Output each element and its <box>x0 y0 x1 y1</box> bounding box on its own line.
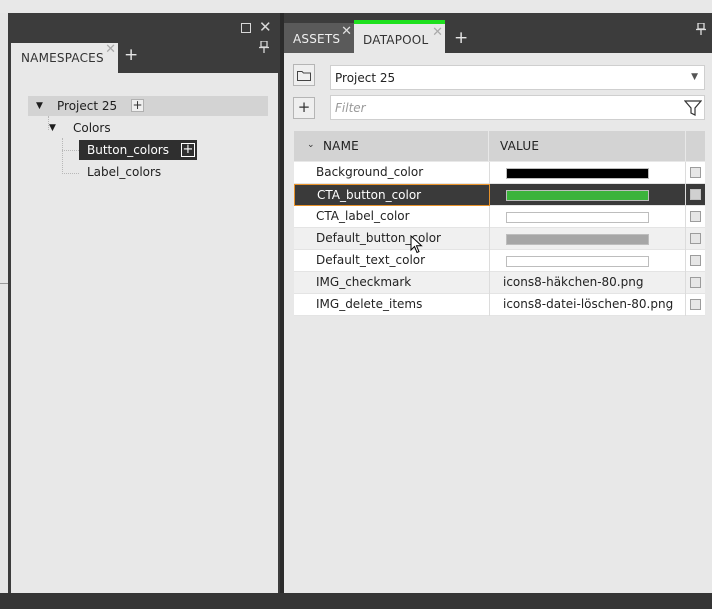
tree-connector <box>62 138 63 174</box>
row-checkbox[interactable] <box>690 211 701 222</box>
tab-label: ASSETS <box>293 32 341 46</box>
folder-icon <box>297 71 311 81</box>
close-tab-icon[interactable]: ✕ <box>105 42 116 57</box>
tree-item-button-colors[interactable]: Button_colors + <box>79 140 197 160</box>
row-checkbox[interactable] <box>690 233 701 244</box>
close-icon[interactable]: ✕ <box>259 20 272 35</box>
tree-connector <box>62 150 79 151</box>
cell-value[interactable] <box>490 206 686 228</box>
cell-name[interactable]: IMG_delete_items <box>294 294 490 316</box>
tab-assets[interactable]: ASSETS ✕ <box>284 23 354 53</box>
namespace-tree: ▼ Project 25 + ▼ Colors Button_colors + … <box>11 73 278 593</box>
project-select[interactable]: Project 25 ▼ <box>330 65 705 90</box>
column-header-label: VALUE <box>500 139 540 153</box>
cell-value[interactable] <box>490 162 686 184</box>
tab-label: DATAPOOL <box>363 33 429 47</box>
cell-name[interactable]: CTA_button_color <box>294 184 490 206</box>
table-row[interactable]: IMG_delete_items icons8-datei-löschen-80.… <box>294 294 705 316</box>
add-tab-button[interactable]: + <box>124 47 138 64</box>
tree-item-label-colors[interactable]: Label_colors <box>79 162 189 182</box>
add-namespace-button[interactable]: + <box>131 99 144 112</box>
cell-value[interactable] <box>490 228 686 250</box>
datapool-panel: ASSETS ✕ DATAPOOL ✕ + Project 25 ▼ + ⌄ N… <box>284 13 712 593</box>
row-checkbox[interactable] <box>690 167 701 178</box>
expand-arrow-icon[interactable]: ▼ <box>36 96 43 116</box>
pin-icon[interactable] <box>258 40 270 53</box>
table-row[interactable]: CTA_button_color <box>294 184 705 206</box>
tree-connector <box>62 173 79 174</box>
column-header-value[interactable]: VALUE <box>490 131 686 161</box>
entry-value: icons8-datei-löschen-80.png <box>503 297 674 311</box>
entry-name: IMG_checkmark <box>316 275 412 289</box>
cell-name[interactable]: Default_button_color <box>294 228 490 250</box>
column-header-label: NAME <box>323 139 359 153</box>
status-bar-area <box>0 593 712 609</box>
tree-item-label: Project 25 <box>57 99 118 113</box>
tree-item-label: Button_colors <box>87 143 169 157</box>
color-swatch[interactable] <box>506 212 649 223</box>
maximize-icon[interactable] <box>240 22 252 34</box>
cell-value[interactable]: icons8-datei-löschen-80.png <box>490 294 686 316</box>
tree-item-label: Colors <box>73 121 111 135</box>
sort-chevron-icon[interactable]: ⌄ <box>307 140 315 150</box>
color-swatch[interactable] <box>506 190 649 201</box>
color-swatch[interactable] <box>506 256 649 267</box>
background-area <box>0 0 280 13</box>
cell-name[interactable]: IMG_checkmark <box>294 272 490 294</box>
row-checkbox[interactable] <box>690 255 701 266</box>
table-row[interactable]: CTA_label_color <box>294 206 705 228</box>
column-header-name[interactable]: ⌄ NAME <box>294 131 489 161</box>
row-checkbox[interactable] <box>690 277 701 288</box>
tab-namespaces[interactable]: NAMESPACES ✕ <box>11 42 118 73</box>
tree-item-project[interactable]: ▼ Project 25 + <box>28 96 268 116</box>
cell-value[interactable] <box>490 250 686 272</box>
tab-datapool[interactable]: DATAPOOL ✕ <box>354 20 445 53</box>
row-checkbox[interactable] <box>690 299 701 310</box>
chevron-down-icon: ▼ <box>691 72 698 82</box>
cell-value[interactable] <box>490 184 686 206</box>
entry-name: CTA_label_color <box>316 209 410 223</box>
background-area <box>280 0 712 13</box>
color-swatch[interactable] <box>506 168 649 179</box>
table-row[interactable]: Default_text_color <box>294 250 705 272</box>
mouse-cursor-icon <box>410 235 423 254</box>
table-row[interactable]: Background_color <box>294 162 705 184</box>
entry-name: Default_text_color <box>316 253 426 267</box>
background-strip <box>0 13 8 593</box>
add-tab-button[interactable]: + <box>454 30 468 47</box>
tree-item-label: Label_colors <box>87 165 162 179</box>
namespaces-panel: ✕ NAMESPACES ✕ + ▼ Project 25 + ▼ Colors… <box>8 13 280 593</box>
entry-name: IMG_delete_items <box>316 297 423 311</box>
cell-name[interactable]: Default_text_color <box>294 250 490 272</box>
color-swatch[interactable] <box>506 234 649 245</box>
table-header: ⌄ NAME VALUE <box>294 131 705 161</box>
expand-arrow-icon[interactable]: ▼ <box>49 118 56 138</box>
close-tab-icon[interactable]: ✕ <box>432 25 443 40</box>
row-checkbox[interactable] <box>690 189 701 200</box>
tree-item-colors[interactable]: ▼ Colors <box>41 118 161 138</box>
datapool-body: Project 25 ▼ + ⌄ NAME VALUE Background_c… <box>284 53 712 593</box>
filter-input[interactable] <box>330 95 705 120</box>
cell-name[interactable]: CTA_label_color <box>294 206 490 228</box>
cell-value[interactable]: icons8-häkchen-80.png <box>490 272 686 294</box>
close-tab-icon[interactable]: ✕ <box>341 24 352 39</box>
entry-name: Background_color <box>316 165 424 179</box>
cell-name[interactable]: Background_color <box>294 162 490 184</box>
entry-name: CTA_button_color <box>317 188 422 202</box>
add-namespace-button[interactable]: + <box>181 143 195 157</box>
filter-icon[interactable] <box>684 99 702 117</box>
add-entry-button[interactable]: + <box>293 97 315 119</box>
table-row[interactable]: IMG_checkmark icons8-häkchen-80.png <box>294 272 705 294</box>
tab-label: NAMESPACES <box>21 51 104 65</box>
pin-icon[interactable] <box>696 22 706 38</box>
folder-button[interactable] <box>293 64 315 86</box>
project-select-value: Project 25 <box>335 71 396 85</box>
table-row[interactable]: Default_button_color <box>294 228 705 250</box>
entry-value: icons8-häkchen-80.png <box>503 275 644 289</box>
